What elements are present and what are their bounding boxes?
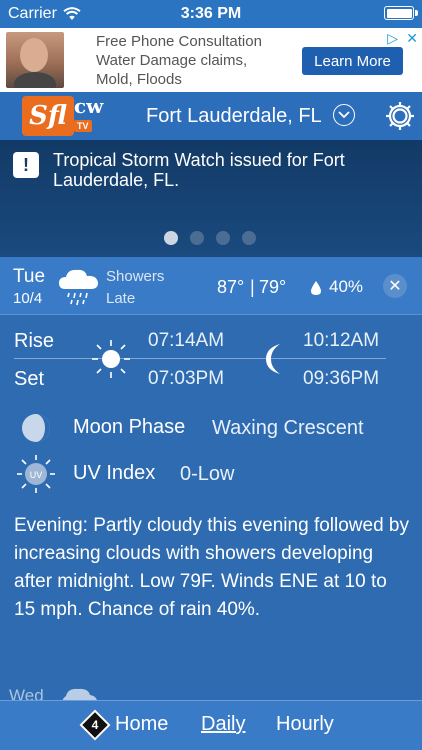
uv-index-label: UV Index [73, 462, 156, 484]
precip-chance: 40% [329, 277, 364, 296]
app-header: Sfl cw TV Fort Lauderdale, FL [0, 92, 422, 140]
ad-photo[interactable] [6, 32, 64, 88]
location-selector[interactable]: Fort Lauderdale, FL [146, 105, 322, 128]
moon-phase-value: Waxing Crescent [212, 417, 364, 439]
alert-carousel[interactable]: ! Tropical Storm Watch issued for Fort L… [0, 140, 422, 257]
gear-icon[interactable] [385, 101, 415, 131]
day-detail-panel: Rise Set 07:14AM 07:03PM 10:12AM 09:36PM… [0, 316, 422, 700]
uv-icon-text: UV [30, 470, 43, 480]
sunrise-time: 07:14AM [148, 330, 225, 351]
carrier-label: Carrier [8, 5, 57, 22]
alert-icon: ! [13, 152, 39, 178]
ad-close-icon[interactable]: ✕ [406, 30, 418, 47]
set-label: Set [14, 368, 45, 390]
logo-tv-text: TV [74, 120, 92, 132]
status-bar: Carrier 3:36 PM [0, 0, 422, 28]
condition-line-1: Showers [106, 268, 165, 285]
condition-line-2: Late [106, 290, 136, 307]
collapse-close-icon[interactable]: ✕ [383, 274, 407, 298]
page-indicator[interactable] [164, 231, 256, 245]
moonset-time: 09:36PM [303, 368, 380, 389]
low-temp: 79° [259, 277, 287, 297]
logo-cw-text: cw [74, 94, 104, 118]
moon-phase-icon [22, 414, 50, 442]
rise-label: Rise [14, 330, 55, 352]
nav-home[interactable]: Home [115, 713, 168, 736]
page-dot-1[interactable] [164, 231, 178, 245]
wifi-icon [63, 7, 81, 20]
day-date: 10/4 [13, 290, 43, 307]
moon-icon [266, 344, 280, 374]
uv-index-icon: UV [17, 455, 55, 493]
badge-number: 4 [91, 718, 99, 732]
chevron-down-icon[interactable] [333, 104, 355, 126]
showers-icon [59, 269, 98, 306]
nav-hourly[interactable]: Hourly [276, 713, 334, 736]
day-name: Tue [13, 266, 46, 287]
high-temp: 87° [217, 277, 245, 297]
learn-more-button[interactable]: Learn More [302, 47, 403, 75]
sunset-time: 07:03PM [148, 368, 225, 389]
adchoices-icon[interactable]: ▷ [387, 30, 398, 47]
sun-icon [92, 340, 130, 378]
battery-icon [384, 6, 418, 20]
raindrop-icon [311, 281, 321, 295]
ad-text[interactable]: Free Phone Consultation Water Damage cla… [96, 32, 296, 89]
page-dot-3[interactable] [216, 231, 230, 245]
carrier-group: Carrier [8, 5, 81, 23]
moonrise-time: 10:12AM [303, 330, 380, 351]
logo-sfl-text: Sfl [29, 101, 67, 131]
forecast-text: Evening: Partly cloudy this evening foll… [14, 515, 410, 620]
ad-line-2: Water Damage claims, [96, 51, 248, 69]
day-summary-row[interactable]: Tue 10/4 Showers Late 87° | 79° 40% ✕ [0, 257, 422, 315]
station-logo: Sfl [22, 96, 74, 136]
ad-banner[interactable]: Free Phone Consultation Water Damage cla… [0, 28, 422, 92]
temp-separator: | [250, 277, 255, 297]
ad-line-1: Free Phone Consultation [96, 32, 262, 50]
ad-line-3: Mold, Floods [96, 70, 182, 88]
alert-message[interactable]: Tropical Storm Watch issued for Fort Lau… [53, 150, 403, 190]
page-dot-2[interactable] [190, 231, 204, 245]
uv-index-value: 0-Low [180, 463, 235, 485]
nav-daily[interactable]: Daily [201, 713, 245, 736]
bottom-nav: 4 Home Daily Hourly [0, 700, 422, 750]
rise-set-divider [14, 358, 386, 359]
page-dot-4[interactable] [242, 231, 256, 245]
moon-phase-label: Moon Phase [73, 416, 186, 438]
channel-4-badge[interactable]: 4 [79, 709, 111, 741]
